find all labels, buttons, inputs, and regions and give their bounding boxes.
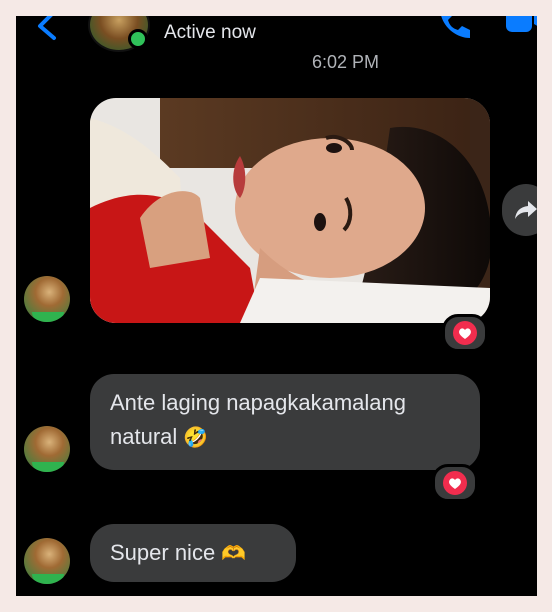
video-camera-icon[interactable] — [504, 16, 537, 36]
message-heart-reaction[interactable] — [432, 464, 478, 502]
share-arrow-icon — [515, 201, 537, 219]
heart-icon — [453, 321, 477, 345]
chat-screen: Active now 6:02 PM Ante laging napagkaka… — [16, 16, 537, 596]
photo-heart-reaction[interactable] — [442, 314, 488, 352]
message-text: Super nice — [110, 540, 216, 565]
message-timestamp: 6:02 PM — [311, 52, 380, 72]
message-bubble[interactable]: Ante laging napagkakamalang natural 🤣 — [90, 374, 480, 470]
photo-image — [90, 98, 490, 323]
sender-avatar[interactable] — [24, 276, 70, 322]
message-text: Ante laging napagkakamalang natural — [110, 390, 407, 449]
share-button[interactable] — [502, 184, 537, 236]
active-status-dot — [128, 29, 148, 49]
sender-avatar[interactable] — [24, 538, 70, 584]
phone-icon[interactable] — [434, 16, 474, 44]
active-status-text: Active now — [164, 22, 256, 43]
message-bubble[interactable]: Super nice 🫶 — [90, 524, 296, 582]
rolling-laughing-emoji: 🤣 — [183, 425, 209, 449]
heart-hands-emoji: 🫶 — [221, 541, 247, 565]
heart-icon — [443, 471, 467, 495]
photo-message[interactable] — [90, 98, 490, 323]
sender-avatar[interactable] — [24, 426, 70, 472]
chevron-left-icon[interactable] — [30, 16, 66, 42]
